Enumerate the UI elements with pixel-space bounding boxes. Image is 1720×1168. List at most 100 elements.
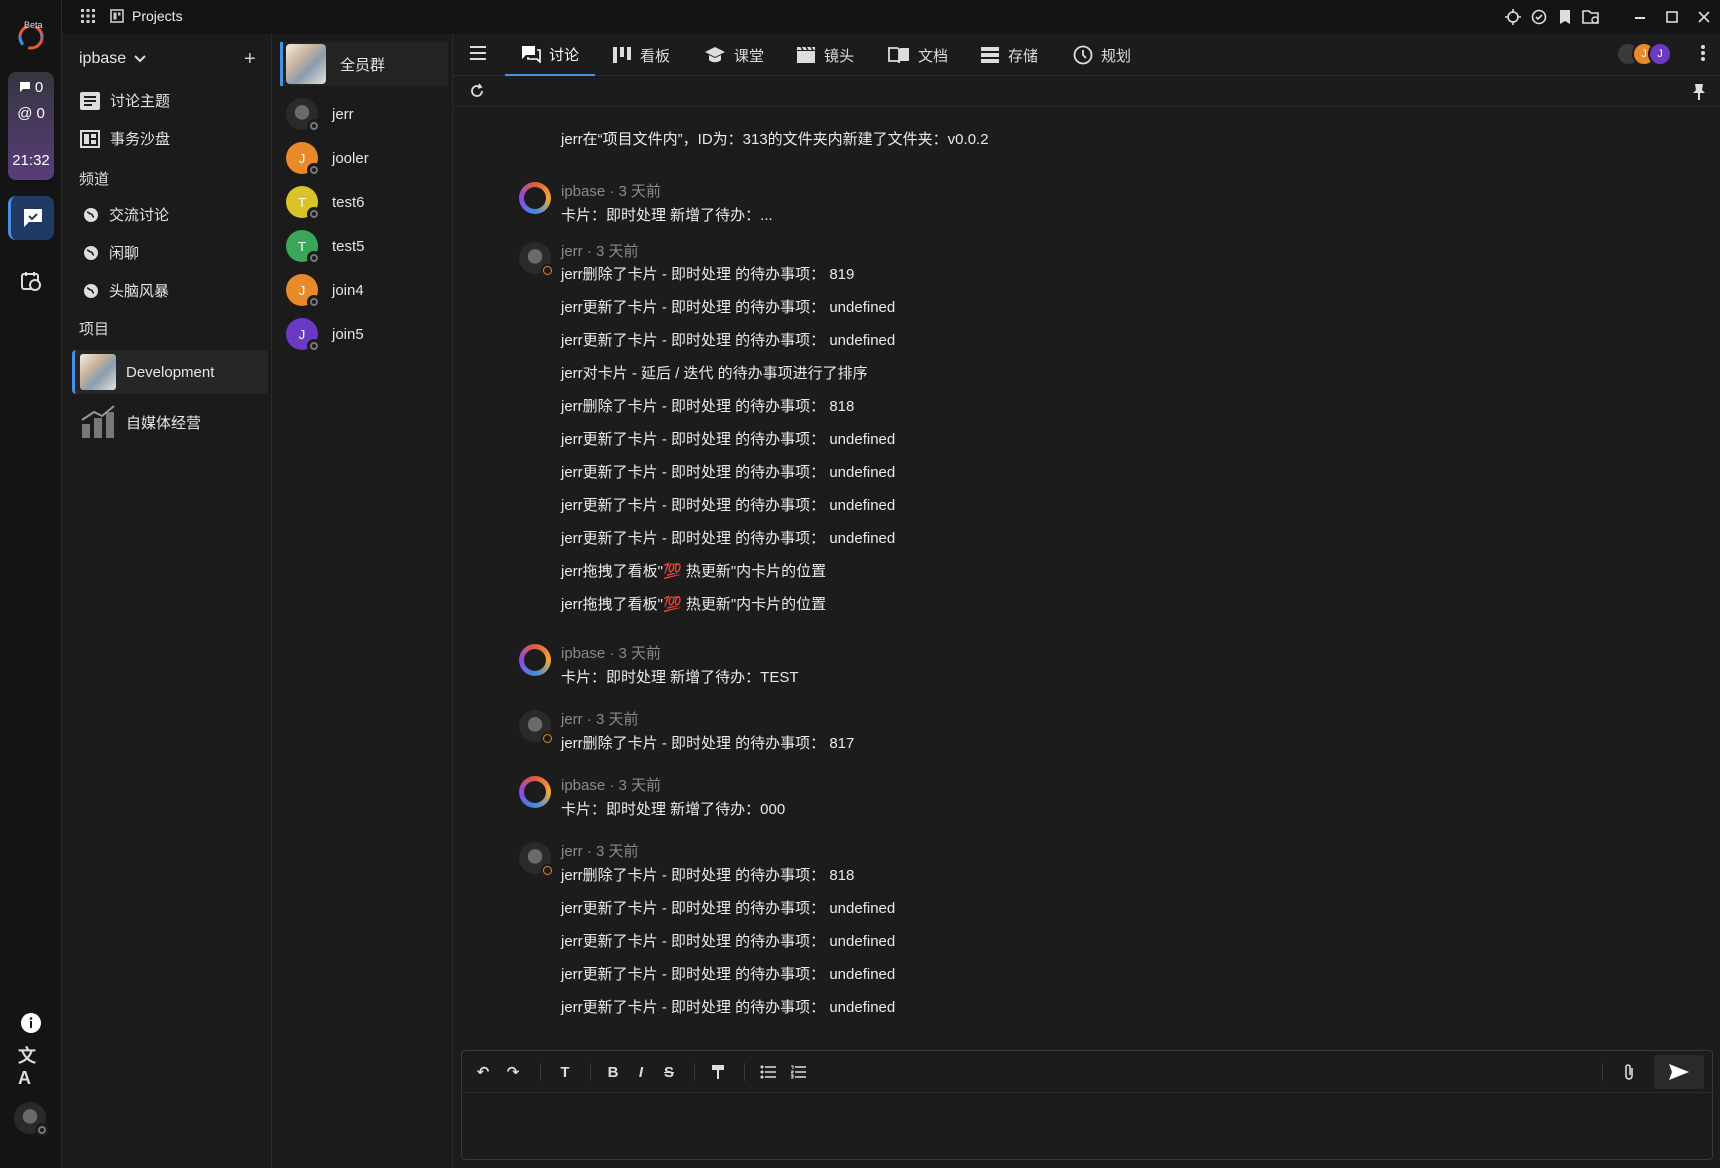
message-line: jerr更新了卡片 - 即时处理 的待办事项： undefined [561,464,896,481]
tab-discussion[interactable]: 讨论 [505,34,596,76]
globe-icon [84,245,98,260]
refresh-icon[interactable] [469,83,485,99]
bookmark-icon[interactable] [1552,0,1578,34]
toolbar-divider [1602,1063,1603,1081]
messages-count: 0 [34,78,44,96]
member-avatar: J [286,142,321,177]
send-button[interactable] [1654,1055,1704,1089]
chat-check-icon [23,209,42,227]
mentions-counter[interactable]: @ 0 [8,100,54,126]
member-label: join4 [332,281,364,299]
paperclip-icon[interactable] [1618,1061,1640,1083]
dashboard-icon [110,9,124,23]
message-avatar[interactable] [519,842,554,877]
messages-counter[interactable]: 0 [8,74,54,100]
numbered-list-icon[interactable] [787,1061,809,1083]
member-item[interactable]: J join4 [280,268,448,312]
kanban-icon [613,47,631,63]
nav-label: 事务沙盘 [110,131,171,148]
folder-clock-icon[interactable] [1578,0,1604,34]
message-line: 卡片：即时处理 新增了待办：... [561,207,773,224]
nav-discussion-topics[interactable]: 讨论主题 [80,90,170,111]
message-avatar[interactable] [519,644,551,676]
editor-toolbar: ↶ ↷ T B I S [462,1051,1714,1093]
message-line: jerr删除了卡片 - 即时处理 的待办事项： 818 [561,398,855,415]
message-avatar[interactable] [519,710,554,745]
message-avatar[interactable] [519,776,551,808]
message-avatar[interactable] [519,182,551,214]
apps-grid-icon[interactable] [80,8,96,24]
member-label: test5 [332,237,365,255]
tab-label: 课堂 [734,47,765,65]
workspace-switcher[interactable]: ipbase [79,50,146,68]
tab-planning[interactable]: 规划 [1057,34,1147,76]
translate-icon[interactable]: 文A [18,1046,44,1088]
check-circle-icon[interactable] [1526,0,1552,34]
message-line: jerr删除了卡片 - 即时处理 的待办事项： 817 [561,735,855,752]
mentions-count: 0 [36,104,45,122]
message-avatar[interactable] [519,242,554,277]
text-style-icon[interactable]: T [554,1061,576,1083]
tab-docs[interactable]: 文档 [872,34,964,76]
redo-icon[interactable]: ↷ [502,1061,524,1083]
tab-camera[interactable]: 镜头 [780,34,870,76]
discussion-nav-button[interactable] [8,196,54,240]
add-icon[interactable]: + [244,48,256,71]
project-item-development[interactable]: Development [72,350,268,394]
status-dot [35,1123,49,1137]
message-composer: ↶ ↷ T B I S [461,1050,1714,1160]
chat-icon [522,46,541,63]
member-item[interactable]: T test5 [280,224,448,268]
member-item[interactable]: jerr [280,92,448,136]
message-line: jerr删除了卡片 - 即时处理 的待办事项： 819 [561,266,855,283]
tab-storage[interactable]: 存储 [964,34,1054,76]
channel-item[interactable]: 交流讨论 [83,204,169,225]
info-icon[interactable] [18,1010,44,1036]
message-line: jerr更新了卡片 - 即时处理 的待办事项： undefined [561,497,896,514]
list-icon [80,91,100,110]
member-item[interactable]: T test6 [280,180,448,224]
format-paint-icon[interactable] [707,1061,729,1083]
message-meta: ipbase · 3 天前 [561,777,662,794]
pin-icon[interactable] [1692,83,1706,101]
calendar-clock-icon[interactable] [18,268,44,294]
menu-icon[interactable] [469,45,487,61]
bold-icon[interactable]: B [602,1061,624,1083]
bullet-list-icon[interactable] [757,1061,779,1083]
main-panel: 讨论 看板 课堂 镜头 文档 存储 规划 J J jerr在“项目文件内”，ID… [453,34,1720,1168]
message-line: jerr更新了卡片 - 即时处理 的待办事项： undefined [561,900,896,917]
member-item-all[interactable]: 全员群 [280,42,448,86]
participants-avatars[interactable]: J J [1616,42,1672,66]
message-meta: ipbase · 3 天前 [561,645,662,662]
message-meta: jerr · 3 天前 [561,243,639,260]
user-avatar[interactable] [14,1102,49,1137]
system-message: jerr在“项目文件内”，ID为：313的文件夹内新建了文件夹：v0.0.2 [561,131,989,148]
message-line: jerr对卡片 - 延后 / 迭代 的待办事项进行了排序 [561,365,868,382]
tab-classroom[interactable]: 课堂 [688,34,780,76]
member-item[interactable]: J jooler [280,136,448,180]
maximize-button[interactable] [1656,0,1688,34]
tab-kanban[interactable]: 看板 [596,34,686,76]
message-input[interactable] [462,1094,1712,1159]
message-line: jerr更新了卡片 - 即时处理 的待办事项： undefined [561,299,896,316]
clapperboard-icon [797,46,815,63]
nav-affairs-sandbox[interactable]: 事务沙盘 [80,128,170,149]
undo-icon[interactable]: ↶ [472,1061,494,1083]
toolbar-divider [744,1063,745,1081]
title-bar: Projects [62,0,1720,34]
sub-toolbar [453,77,1720,107]
minimize-button[interactable] [1624,0,1656,34]
send-icon [1669,1064,1689,1080]
member-item[interactable]: J join5 [280,312,448,356]
activity-counter[interactable]: 0 @ 0 21:32 [8,72,54,180]
channel-item[interactable]: 头脑风暴 [83,280,169,301]
close-button[interactable] [1688,0,1720,34]
project-item-media[interactable]: 自媒体经营 [72,400,268,444]
crosshair-icon[interactable] [1500,0,1526,34]
channel-item[interactable]: 闲聊 [83,242,139,263]
italic-icon[interactable]: I [630,1061,652,1083]
more-vertical-icon[interactable] [1700,44,1706,62]
message-line: jerr更新了卡片 - 即时处理 的待办事项： undefined [561,933,896,950]
workspace-name: ipbase [79,50,127,67]
strikethrough-icon[interactable]: S [658,1061,680,1083]
